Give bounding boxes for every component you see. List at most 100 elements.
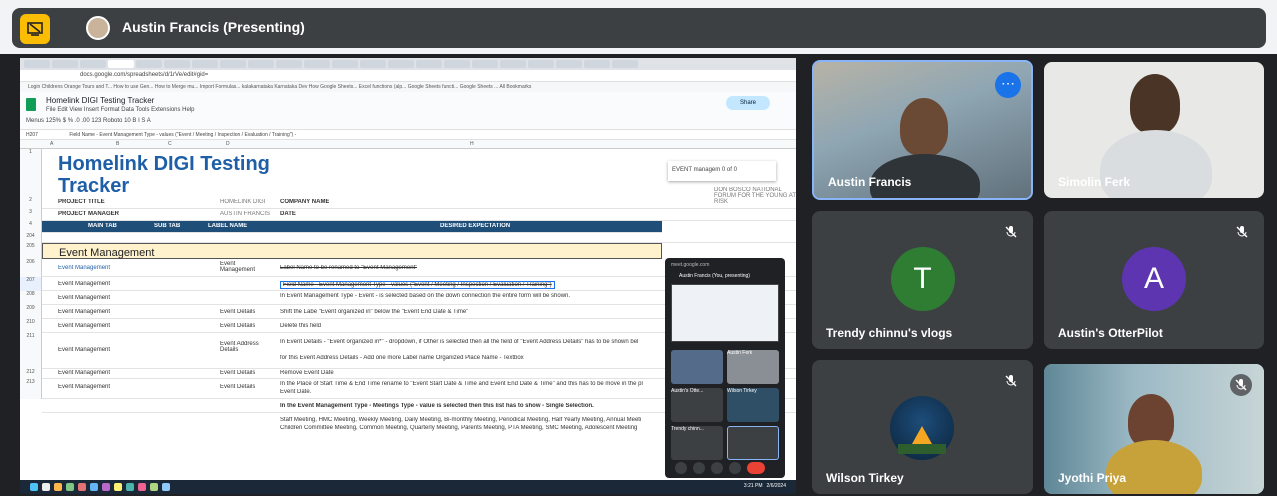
more-options-icon[interactable]: ⋯ xyxy=(995,72,1021,98)
sub-tab-header: SUB TAB xyxy=(154,223,181,229)
share-button[interactable]: Share xyxy=(726,96,770,110)
end-call-button[interactable] xyxy=(747,462,765,474)
table-row[interactable] xyxy=(42,233,796,243)
main-tab-cell: Event Management xyxy=(58,347,111,353)
mini-tile[interactable]: Austin's Otte... xyxy=(671,388,723,422)
find-box[interactable]: EVENT managem 0 of 0 xyxy=(668,161,776,181)
mic-icon[interactable] xyxy=(675,462,687,474)
participant-tile[interactable]: Simolin Ferk xyxy=(1044,62,1264,198)
formula-text: Field Name - Event Management Type - val… xyxy=(69,132,297,138)
mini-screen-preview xyxy=(671,284,779,342)
browser-tab[interactable] xyxy=(528,60,554,68)
browser-tab[interactable] xyxy=(472,60,498,68)
app-icon[interactable] xyxy=(66,483,74,491)
app-icon[interactable] xyxy=(150,483,158,491)
desc-cell: Shift the Labe "Event organized in" belo… xyxy=(280,309,469,315)
project-title-row[interactable]: PROJECT TITLE HOMELINK DIGI COMPANY NAME… xyxy=(42,187,796,209)
app-icon[interactable] xyxy=(114,483,122,491)
cell-ref: H207 xyxy=(26,132,38,138)
app-icon[interactable] xyxy=(138,483,146,491)
taskbar-date: 2/6/2024 xyxy=(766,483,786,489)
participant-avatar: A xyxy=(1122,247,1186,311)
desc-cell-selected[interactable]: Field Name - Event Management Type - val… xyxy=(280,281,555,289)
app-icon[interactable] xyxy=(54,483,62,491)
browser-tab[interactable] xyxy=(24,60,50,68)
formula-bar[interactable]: H207 Field Name - Event Management Type … xyxy=(20,130,796,140)
app-icon[interactable] xyxy=(78,483,86,491)
browser-tab-active[interactable] xyxy=(108,60,134,68)
sheets-header: Homelink DIGI Testing Tracker File Edit … xyxy=(20,92,796,130)
browser-tab[interactable] xyxy=(556,60,582,68)
participant-tile[interactable]: Wilson Tirkey xyxy=(812,360,1033,494)
label-cell: Event Management xyxy=(220,261,256,273)
browser-tab[interactable] xyxy=(444,60,470,68)
mini-tile[interactable]: Wilson Tirkey xyxy=(727,388,779,422)
participant-name: Trendy chinnu's vlogs xyxy=(826,326,953,340)
browser-tab[interactable] xyxy=(136,60,162,68)
participant-avatar-image xyxy=(890,396,954,460)
main-tab-cell: Event Management xyxy=(58,281,111,287)
project-manager-row[interactable]: PROJECT MANAGER AUSTIN FRANCIS DATE xyxy=(42,209,796,221)
participant-name: Wilson Tirkey xyxy=(826,471,904,485)
app-icon[interactable] xyxy=(102,483,110,491)
sheets-logo-icon[interactable] xyxy=(26,98,36,111)
mini-tile[interactable] xyxy=(671,350,723,384)
participant-video xyxy=(900,98,948,156)
browser-tab[interactable] xyxy=(52,60,78,68)
participant-tile[interactable]: T Trendy chinnu's vlogs xyxy=(812,211,1033,349)
app-icon[interactable] xyxy=(90,483,98,491)
browser-tab[interactable] xyxy=(80,60,106,68)
start-icon[interactable] xyxy=(30,483,38,491)
participant-tile[interactable]: ⋯ Austin Francis xyxy=(812,60,1033,200)
camera-icon[interactable] xyxy=(693,462,705,474)
browser-tab[interactable] xyxy=(248,60,274,68)
desc-cell-extra: for this Event Address Details - Add one… xyxy=(280,355,524,361)
desc-cell: Staff Meeting, HMC Meeting, Weekly Meeti… xyxy=(280,417,642,423)
desc-cell: Children Committee Meeting, Common Meeti… xyxy=(280,425,638,431)
desc-cell: In the Place of Start Time & End Time re… xyxy=(280,381,643,387)
browser-tab[interactable] xyxy=(304,60,330,68)
browser-tab[interactable] xyxy=(500,60,526,68)
browser-tab[interactable] xyxy=(192,60,218,68)
label-name-header: LABEL NAME xyxy=(208,223,248,229)
browser-tab[interactable] xyxy=(612,60,638,68)
row-number: 209 xyxy=(20,305,42,319)
app-icon[interactable] xyxy=(162,483,170,491)
participant-tile[interactable]: A Austin's OtterPilot xyxy=(1044,211,1264,349)
main-tab-header: MAIN TAB xyxy=(88,223,117,229)
row-number: 208 xyxy=(20,291,42,305)
url-text: docs.google.com/spreadsheets/d/1rVe/edit… xyxy=(80,72,209,78)
mini-tile[interactable]: Austin Ferk xyxy=(727,350,779,384)
doc-menu[interactable]: File Edit View Insert Format Data Tools … xyxy=(46,107,195,113)
mic-off-icon xyxy=(1003,225,1019,241)
desc-cell: In Event Details - "Event organized in*"… xyxy=(280,339,639,345)
mini-tile[interactable]: Trendy chinn... xyxy=(671,426,723,460)
doc-title[interactable]: Homelink DIGI Testing Tracker xyxy=(46,96,154,105)
presenter-avatar xyxy=(86,16,110,40)
browser-tab[interactable] xyxy=(164,60,190,68)
address-bar[interactable]: docs.google.com/spreadsheets/d/1rVe/edit… xyxy=(20,70,796,82)
browser-tab[interactable] xyxy=(220,60,246,68)
mini-meet-self: Austin Francis (You, presenting) xyxy=(679,273,750,279)
section-row[interactable]: Event Management xyxy=(42,243,662,259)
browser-tab[interactable] xyxy=(276,60,302,68)
bookmarks-bar[interactable]: Login Childrens Orange Tours and T... Ho… xyxy=(20,82,796,92)
participant-tile[interactable]: Jyothi Priya xyxy=(1044,364,1264,494)
project-title-value: HOMELINK DIGI xyxy=(220,199,266,205)
sheets-toolbar[interactable]: Menus 125% $ % .0 .00 123 Roboto 10 B I … xyxy=(26,118,151,124)
browser-tab[interactable] xyxy=(332,60,358,68)
present-screen-icon[interactable] xyxy=(20,14,50,44)
search-icon[interactable] xyxy=(42,483,50,491)
desc-cell: Remove Event Date xyxy=(280,370,334,376)
hand-icon[interactable] xyxy=(711,462,723,474)
browser-tab[interactable] xyxy=(360,60,386,68)
presenter-name: Austin Francis (Presenting) xyxy=(122,19,305,35)
more-icon[interactable] xyxy=(729,462,741,474)
app-icon[interactable] xyxy=(126,483,134,491)
browser-tab[interactable] xyxy=(388,60,414,68)
browser-tab[interactable] xyxy=(416,60,442,68)
browser-tab[interactable] xyxy=(584,60,610,68)
mic-off-icon xyxy=(1003,374,1019,390)
mini-meet-title: meet.google.com xyxy=(671,262,710,268)
mini-tile[interactable] xyxy=(727,426,779,460)
